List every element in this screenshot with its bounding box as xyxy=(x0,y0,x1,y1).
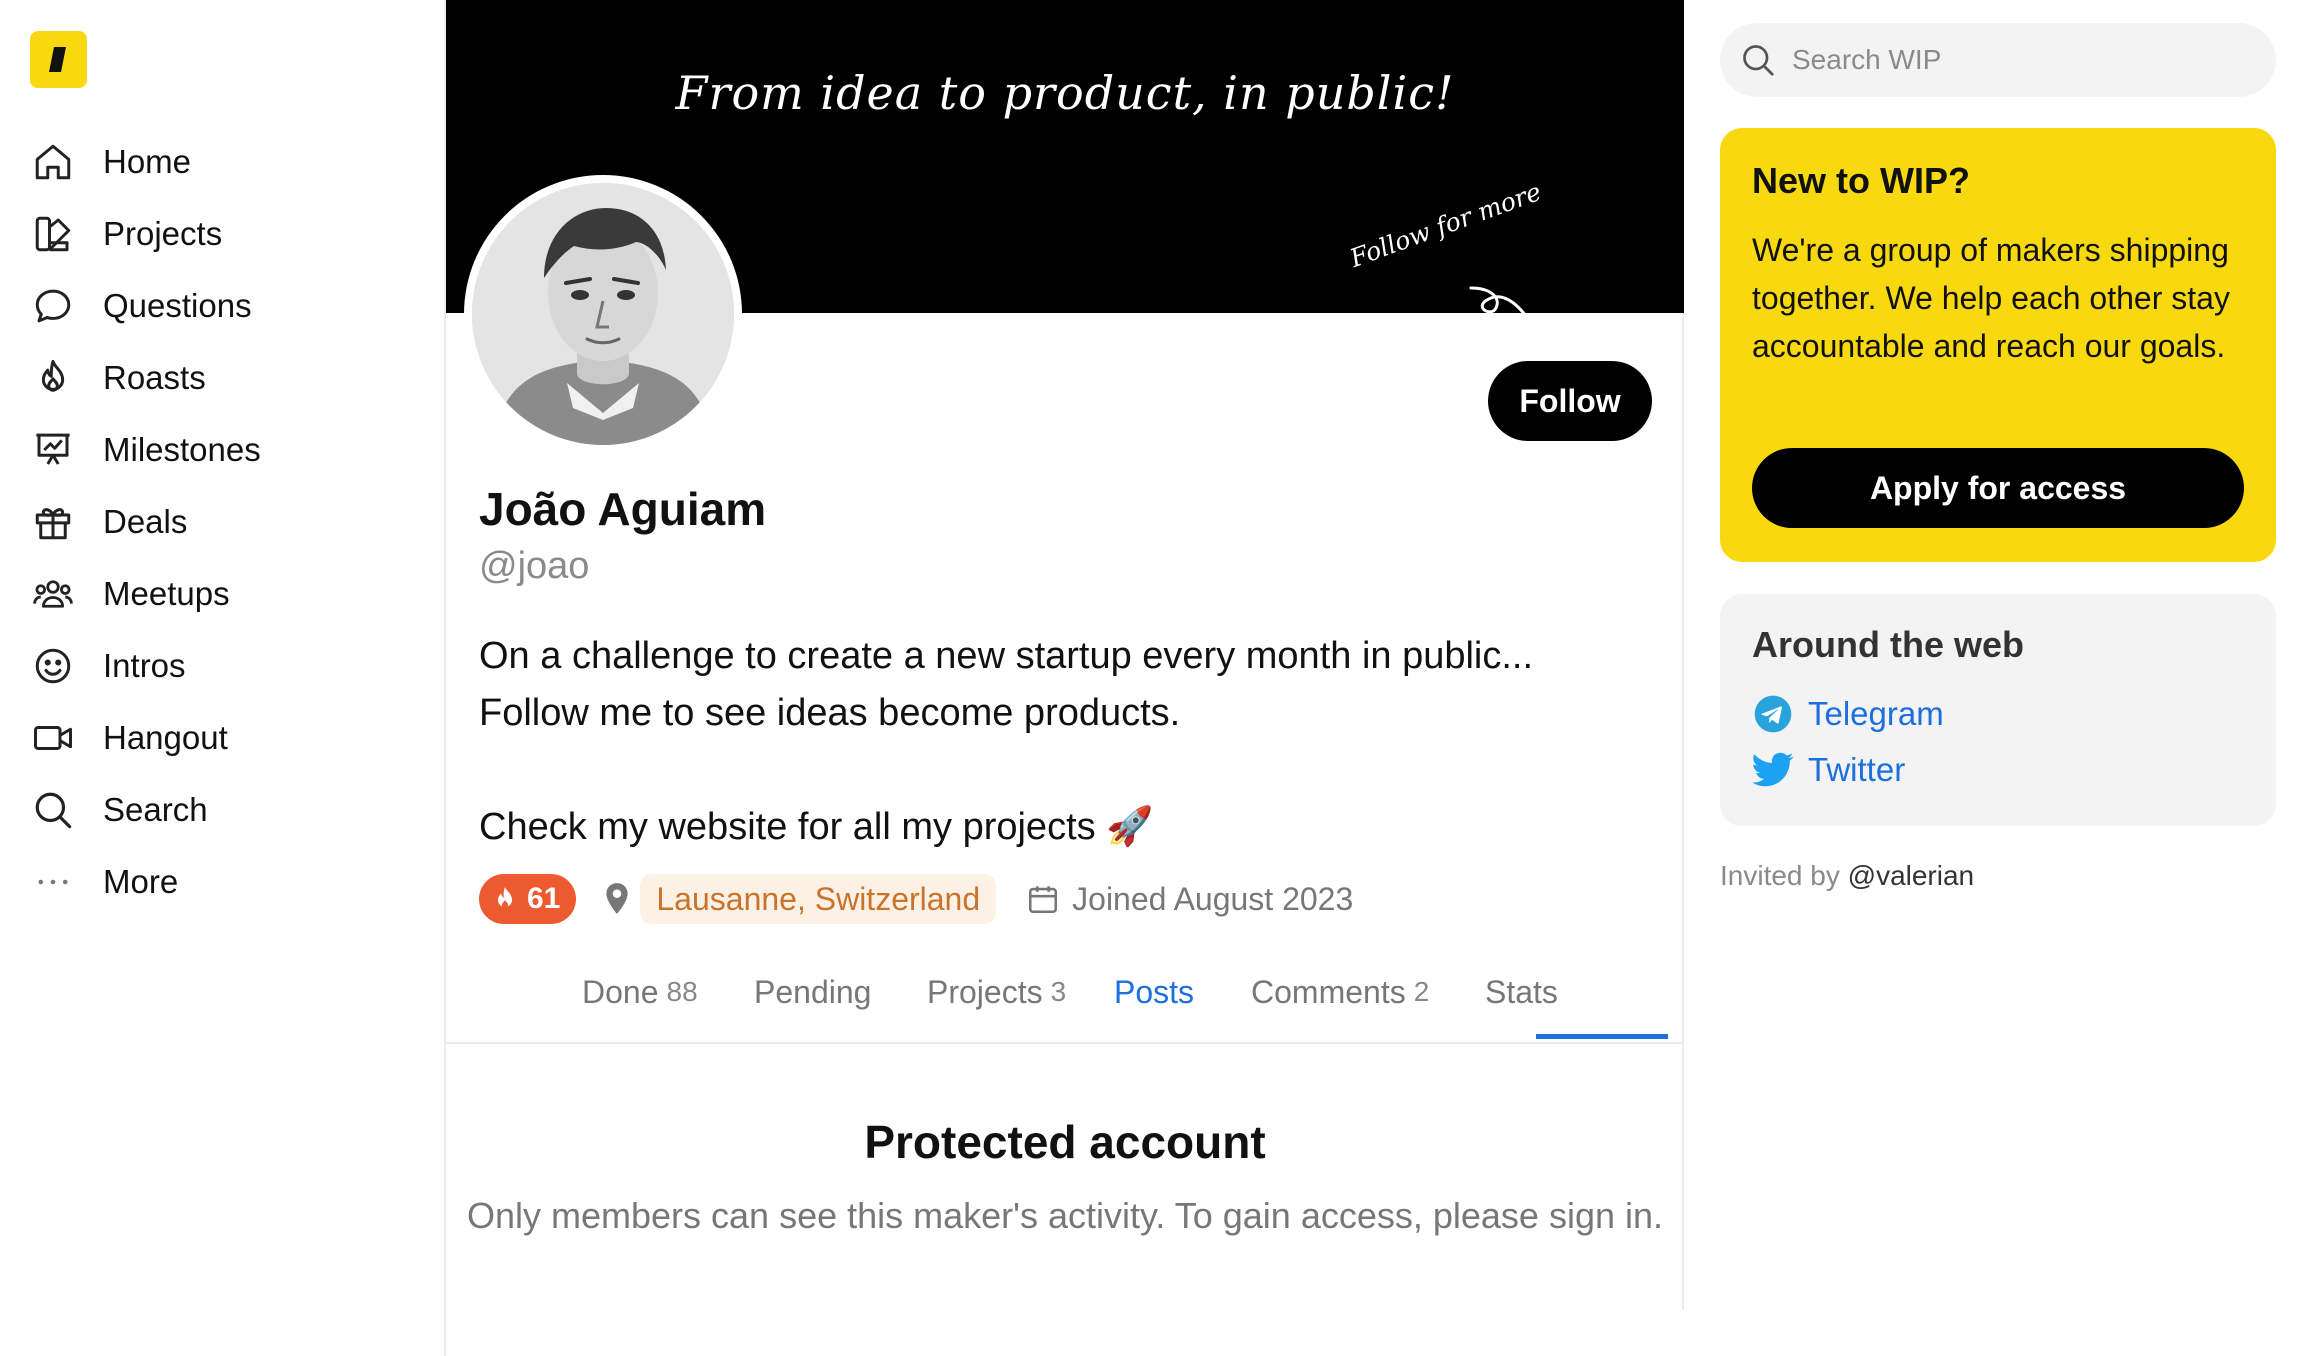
smiley-icon xyxy=(30,643,76,689)
bio-line: Follow me to see ideas become products. xyxy=(479,692,1181,734)
protected-text: Only members can see this maker's activi… xyxy=(466,1195,1664,1236)
sidebar-item-projects[interactable]: Projects xyxy=(30,198,430,270)
sidebar-item-label: Hangout xyxy=(103,719,228,756)
invited-by: Invited by @valerian xyxy=(1720,860,1974,892)
profile-name: João Aguiam xyxy=(479,483,767,535)
sidebar-item-search[interactable]: Search xyxy=(30,774,430,846)
avatar[interactable] xyxy=(464,175,742,453)
search-icon xyxy=(1740,42,1776,78)
flame-icon xyxy=(493,886,517,912)
tab-label: Pending xyxy=(754,973,872,1010)
tab-pending[interactable]: Pending xyxy=(754,940,871,1044)
sidebar-item-home[interactable]: Home xyxy=(30,126,430,198)
profile-main: From idea to product, in public! Follow … xyxy=(446,0,1684,1310)
people-icon xyxy=(30,571,76,617)
flame-icon xyxy=(30,355,76,401)
tab-comments[interactable]: Comments 2 xyxy=(1251,940,1429,1044)
profile-meta: 61 Lausanne, Switzerland Joined August 2… xyxy=(479,874,1353,924)
curved-arrow-icon xyxy=(1469,286,1526,313)
tab-count: 88 xyxy=(666,976,698,1007)
video-camera-icon xyxy=(30,715,76,761)
bio-line: Check my website for all my projects 🚀 xyxy=(479,806,1154,848)
profile-handle: @joao xyxy=(479,545,590,587)
sidebar-item-more[interactable]: More xyxy=(30,846,430,918)
left-sidebar: Home Projects Questions Roasts Milestone… xyxy=(0,0,446,1356)
sidebar-item-label: More xyxy=(103,863,179,900)
profile-tabs: Done 88 Pending Projects 3 Posts Comments 2… xyxy=(446,940,1684,1044)
invited-prefix: Invited by xyxy=(1720,860,1840,891)
telegram-link-label: Telegram xyxy=(1808,695,1944,732)
ellipsis-icon xyxy=(30,859,76,905)
banner-note: Follow for more xyxy=(1346,176,1545,273)
twitter-link[interactable]: Twitter xyxy=(1752,742,2244,798)
sidebar-item-label: Roasts xyxy=(103,359,206,396)
sidebar-item-questions[interactable]: Questions xyxy=(30,270,430,342)
profile-bio: On a challenge to create a new startup e… xyxy=(479,628,1533,856)
sidebar-nav: Home Projects Questions Roasts Milestone… xyxy=(30,126,430,918)
protected-title: Protected account xyxy=(864,1116,1266,1168)
tab-projects[interactable]: Projects 3 xyxy=(927,940,1066,1044)
presentation-chart-icon xyxy=(30,427,76,473)
banner-title: From idea to product, in public! xyxy=(675,66,1455,120)
tab-count: 2 xyxy=(1413,976,1430,1007)
sidebar-item-label: Search xyxy=(103,791,208,828)
location-tag[interactable]: Lausanne, Switzerland xyxy=(640,874,997,924)
search-icon xyxy=(30,787,76,833)
sidebar-item-hangout[interactable]: Hangout xyxy=(30,702,430,774)
around-the-web-title: Around the web xyxy=(1752,624,2024,665)
telegram-icon xyxy=(1752,693,1794,735)
streak-count: 61 xyxy=(527,882,561,915)
sidebar-item-deals[interactable]: Deals xyxy=(30,486,430,558)
search-input[interactable] xyxy=(1792,44,2232,76)
streak-badge[interactable]: 61 xyxy=(479,874,577,924)
wip-slash-logo-icon xyxy=(49,47,66,72)
joined-date: Joined August 2023 xyxy=(1072,880,1354,917)
follow-button[interactable]: Follow xyxy=(1488,361,1652,441)
sidebar-item-label: Deals xyxy=(103,503,188,540)
sidebar-item-label: Projects xyxy=(103,215,223,252)
promo-title: New to WIP? xyxy=(1752,160,1970,201)
active-tab-indicator xyxy=(1536,1034,1668,1039)
twitter-icon xyxy=(1752,749,1794,791)
calendar-icon xyxy=(1026,882,1060,916)
sidebar-item-label: Home xyxy=(103,143,192,180)
twitter-link-label: Twitter xyxy=(1808,751,1906,788)
projects-icon xyxy=(30,211,76,257)
tab-done[interactable]: Done 88 xyxy=(582,940,698,1044)
tab-stats[interactable]: Stats xyxy=(1485,940,1558,1044)
sidebar-item-intros[interactable]: Intros xyxy=(30,630,430,702)
avatar-portrait xyxy=(472,183,734,445)
tab-label: Projects xyxy=(927,973,1043,1010)
sidebar-item-meetups[interactable]: Meetups xyxy=(30,558,430,630)
apply-for-access-button[interactable]: Apply for access xyxy=(1752,448,2244,528)
promo-text: We're a group of makers shipping togethe… xyxy=(1752,232,2230,364)
tab-label: Posts xyxy=(1114,973,1195,1010)
tab-label: Comments xyxy=(1251,973,1406,1010)
search-box[interactable] xyxy=(1720,23,2276,97)
bio-line: On a challenge to create a new startup e… xyxy=(479,635,1534,677)
inviter-link[interactable]: @valerian xyxy=(1848,860,1974,891)
sidebar-item-roasts[interactable]: Roasts xyxy=(30,342,430,414)
tab-posts[interactable]: Posts xyxy=(1114,940,1194,1044)
sidebar-item-label: Meetups xyxy=(103,575,230,612)
sidebar-item-milestones[interactable]: Milestones xyxy=(30,414,430,486)
wip-logo[interactable] xyxy=(30,31,87,88)
location-pin-icon xyxy=(604,882,630,916)
sidebar-item-label: Milestones xyxy=(103,431,261,468)
tab-label: Done xyxy=(582,973,659,1010)
sidebar-item-label: Questions xyxy=(103,287,252,324)
new-to-wip-card: New to WIP? We're a group of makers ship… xyxy=(1720,128,2276,562)
telegram-link[interactable]: Telegram xyxy=(1752,686,2244,742)
gift-icon xyxy=(30,499,76,545)
tab-count: 3 xyxy=(1050,976,1067,1007)
speech-bubble-icon xyxy=(30,283,76,329)
home-icon xyxy=(30,139,76,185)
around-the-web-card: Around the web Telegram Twitter xyxy=(1720,594,2276,826)
tab-label: Stats xyxy=(1485,973,1558,1010)
sidebar-item-label: Intros xyxy=(103,647,186,684)
